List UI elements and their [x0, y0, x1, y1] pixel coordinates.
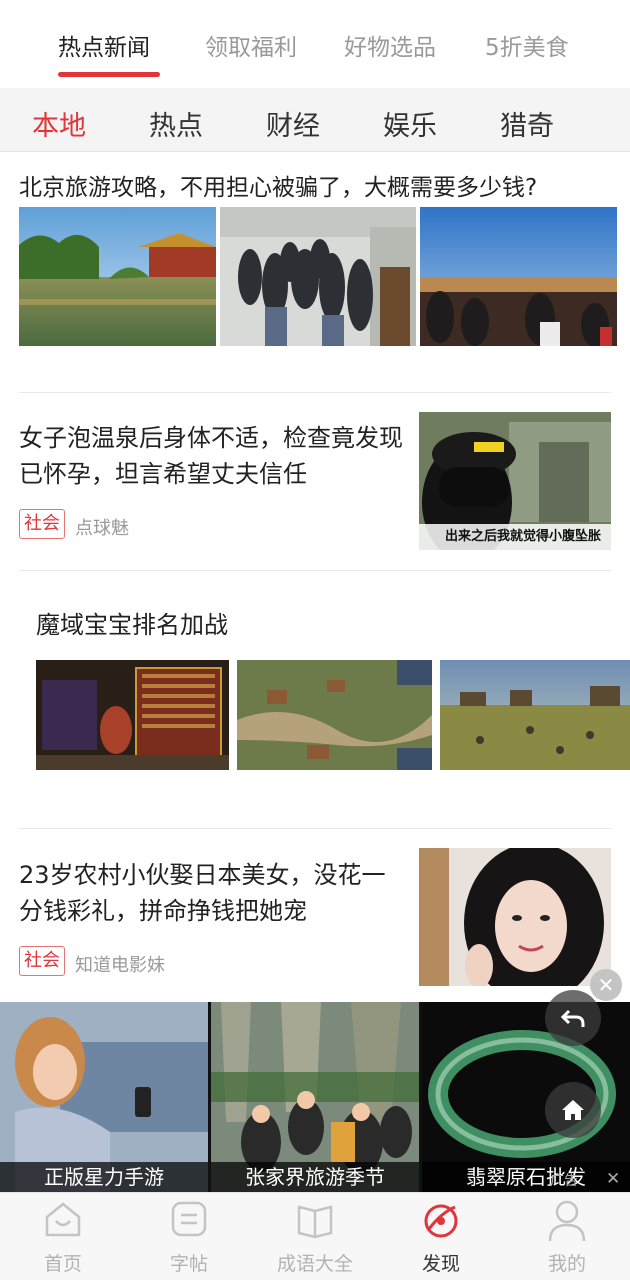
- home-icon: [45, 1202, 81, 1237]
- game-screenshot-image[interactable]: [36, 660, 229, 770]
- category-hot[interactable]: 热点: [149, 104, 203, 143]
- crowd-on-stairs-image[interactable]: [220, 207, 416, 346]
- ad-tile[interactable]: 张家界旅游季节: [211, 1002, 419, 1192]
- ad-caption: 正版星力手游: [0, 1162, 208, 1192]
- category-bar: 本地 热点 财经 娱乐 猎奇: [0, 88, 630, 152]
- book-icon: [297, 1205, 333, 1239]
- home-float-button[interactable]: [545, 1082, 601, 1138]
- nav-profile[interactable]: 我的: [517, 1193, 617, 1280]
- category-tag: 社会: [19, 509, 65, 539]
- image-caption: 出来之后我就觉得小腹坠胀: [419, 524, 611, 550]
- category-curiosity[interactable]: 猎奇: [500, 104, 554, 143]
- discover-icon: [424, 1204, 458, 1238]
- user-icon: [548, 1200, 586, 1242]
- nav-label: 我的: [547, 1253, 586, 1275]
- copybook-icon: [171, 1201, 207, 1237]
- ad-caption: 张家界旅游季节: [211, 1162, 419, 1192]
- active-tab-indicator: [58, 72, 160, 77]
- bottom-nav: 首页 字帖 成语大全 发现 我的: [0, 1192, 630, 1280]
- tab-food-deals[interactable]: 5折美食: [485, 28, 569, 62]
- ad-banner[interactable]: 正版星力手游 张家界旅游季节 翡翠原石批发 广告 ✕: [0, 1002, 630, 1192]
- nav-discover[interactable]: 发现: [391, 1193, 491, 1280]
- back-button[interactable]: [545, 990, 601, 1046]
- ad-close-small-icon[interactable]: ✕: [606, 1169, 620, 1189]
- category-finance[interactable]: 财经: [266, 104, 320, 143]
- home-icon: [562, 1100, 584, 1120]
- nav-label: 字帖: [169, 1253, 208, 1275]
- tab-good-picks[interactable]: 好物选品: [344, 28, 436, 62]
- article-title[interactable]: 魔域宝宝排名加战: [36, 607, 228, 643]
- ad-caption: 翡翠原石批发: [422, 1162, 630, 1192]
- nav-home[interactable]: 首页: [13, 1193, 113, 1280]
- app-screen: 热点新闻 领取福利 好物选品 5折美食 本地 热点 财经 娱乐 猎奇 北京旅游攻…: [0, 0, 630, 1280]
- divider: [19, 570, 611, 571]
- tab-hot-news[interactable]: 热点新闻: [58, 28, 150, 62]
- forbidden-city-moat-image[interactable]: [19, 207, 216, 346]
- category-tag: 社会: [19, 946, 65, 976]
- category-local[interactable]: 本地: [32, 104, 86, 143]
- divider: [19, 828, 611, 829]
- nav-label: 首页: [43, 1253, 82, 1275]
- ad-tile[interactable]: 翡翠原石批发: [422, 1002, 630, 1192]
- article-title[interactable]: 23岁农村小伙娶日本美女，没花一分钱彩礼，拼命挣钱把她宠: [19, 857, 404, 929]
- city-overlook-image[interactable]: [420, 207, 617, 346]
- divider: [19, 392, 611, 393]
- battlefield-game-image[interactable]: [440, 660, 630, 770]
- article-source[interactable]: 点球魅: [75, 514, 129, 540]
- nav-idioms[interactable]: 成语大全: [265, 1193, 365, 1280]
- tab-benefits[interactable]: 领取福利: [205, 28, 297, 62]
- strategy-game-image[interactable]: [237, 660, 432, 770]
- article-source[interactable]: 知道电影妹: [75, 951, 165, 977]
- nav-label: 成语大全: [276, 1253, 353, 1275]
- woman-portrait-image[interactable]: [419, 848, 611, 986]
- category-entertainment[interactable]: 娱乐: [383, 104, 437, 143]
- article-title[interactable]: 女子泡温泉后身体不适，检查竟发现已怀孕，坦言希望丈夫信任: [19, 420, 404, 492]
- undo-arrow-icon: [560, 1009, 585, 1027]
- ad-tile[interactable]: 正版星力手游: [0, 1002, 208, 1192]
- ad-badge: 广告: [550, 1173, 578, 1189]
- close-icon: ✕: [597, 973, 615, 997]
- woman-masked-image[interactable]: 出来之后我就觉得小腹坠胀: [419, 412, 611, 550]
- top-tab-bar: 热点新闻 领取福利 好物选品 5折美食: [0, 0, 630, 88]
- nav-copybook[interactable]: 字帖: [139, 1193, 239, 1280]
- close-ad-button[interactable]: ✕: [590, 969, 622, 1001]
- article-title[interactable]: 北京旅游攻略，不用担心被骗了，大概需要多少钱?: [19, 170, 537, 206]
- nav-label: 发现: [421, 1253, 460, 1275]
